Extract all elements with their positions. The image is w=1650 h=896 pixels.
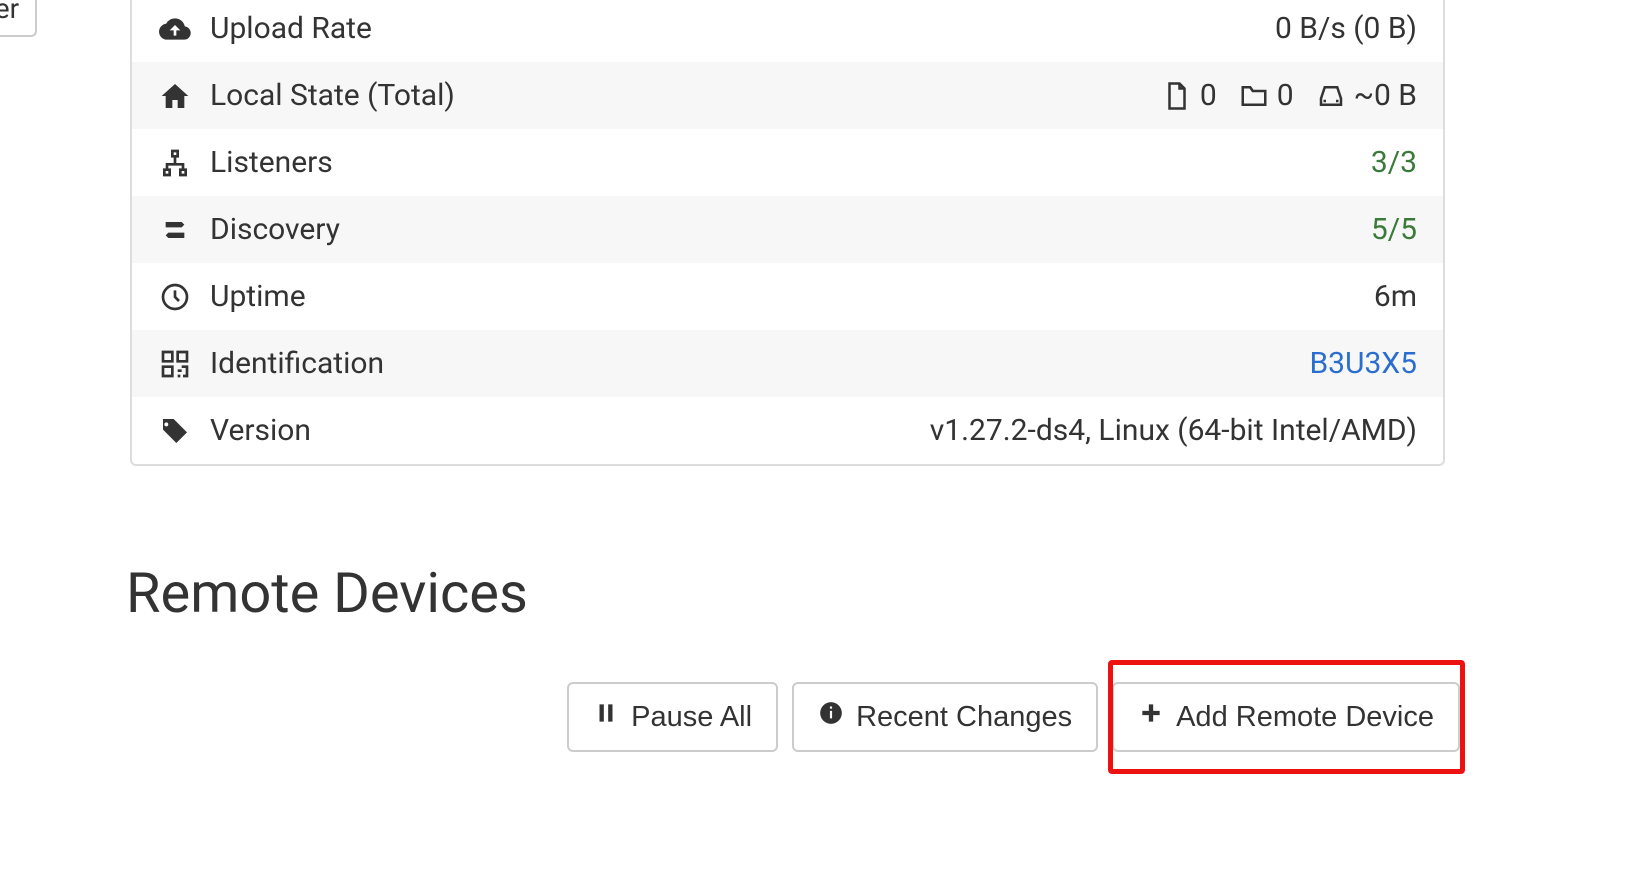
discovery-value[interactable]: 5/5	[1371, 212, 1417, 247]
recent-changes-label: Recent Changes	[856, 701, 1072, 734]
sitemap-icon	[158, 146, 192, 180]
version-label: Version	[210, 413, 311, 448]
plus-icon	[1138, 700, 1164, 734]
uptime-value: 6m	[1374, 279, 1417, 314]
clock-icon	[158, 280, 192, 314]
identification-label: Identification	[210, 346, 384, 381]
row-version: Version v1.27.2-ds4, Linux (64-bit Intel…	[132, 397, 1443, 464]
signpost-icon	[158, 213, 192, 247]
add-remote-device-label: Add Remote Device	[1176, 701, 1434, 734]
tag-icon	[158, 414, 192, 448]
row-local-state: Local State (Total) 0 0	[132, 62, 1443, 129]
local-state-folders: 0	[1277, 78, 1294, 113]
listeners-label: Listeners	[210, 145, 333, 180]
listeners-value[interactable]: 3/3	[1371, 145, 1417, 180]
status-panel: Upload Rate 0 B/s (0 B) Local State (Tot…	[130, 0, 1445, 466]
row-listeners: Listeners 3/3	[132, 129, 1443, 196]
cutoff-button-fragment: ler	[0, 0, 37, 37]
row-identification: Identification B3U3X5	[132, 330, 1443, 397]
add-remote-device-button[interactable]: Add Remote Device	[1112, 682, 1460, 752]
remote-devices-actions: Pause All Recent Changes Add Remote Devi…	[130, 682, 1460, 752]
row-discovery: Discovery 5/5	[132, 196, 1443, 263]
file-icon	[1162, 81, 1192, 111]
cloud-upload-icon	[158, 12, 192, 46]
uptime-label: Uptime	[210, 279, 306, 314]
recent-changes-button[interactable]: Recent Changes	[792, 682, 1098, 752]
row-uptime: Uptime 6m	[132, 263, 1443, 330]
pause-all-button[interactable]: Pause All	[567, 682, 778, 752]
row-upload-rate: Upload Rate 0 B/s (0 B)	[132, 0, 1443, 62]
qrcode-icon	[158, 347, 192, 381]
remote-devices-heading: Remote Devices	[126, 560, 528, 626]
info-icon	[818, 700, 844, 734]
fragment-text: ler	[0, 0, 19, 25]
home-icon	[158, 79, 192, 113]
pause-icon	[593, 700, 619, 734]
version-value: v1.27.2-ds4, Linux (64-bit Intel/AMD)	[930, 413, 1417, 448]
local-state-label: Local State (Total)	[210, 78, 455, 113]
identification-value[interactable]: B3U3X5	[1309, 346, 1417, 381]
discovery-label: Discovery	[210, 212, 340, 247]
local-state-files: 0	[1200, 78, 1217, 113]
folder-icon	[1239, 81, 1269, 111]
upload-rate-label: Upload Rate	[210, 11, 372, 46]
local-state-size: ~0 B	[1354, 78, 1417, 113]
disk-icon	[1316, 81, 1346, 111]
upload-rate-value: 0 B/s (0 B)	[1275, 11, 1417, 46]
pause-all-label: Pause All	[631, 701, 752, 734]
